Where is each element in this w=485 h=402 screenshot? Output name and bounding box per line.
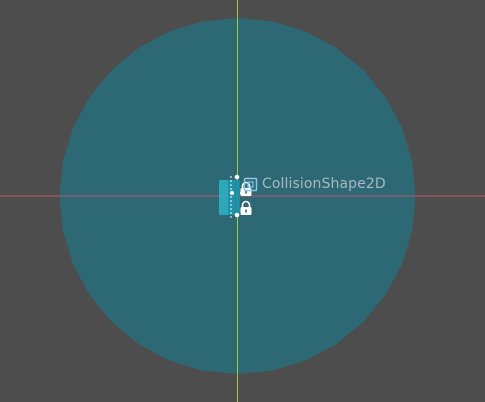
selection-box-inner	[228, 180, 240, 215]
canvas-scene[interactable]	[0, 0, 485, 402]
resize-handle-top[interactable]	[234, 174, 240, 180]
editor-2d-viewport[interactable]: CollisionShape2D	[0, 0, 485, 402]
resize-handle-bottom[interactable]	[234, 212, 240, 218]
node-name-label: CollisionShape2D	[262, 176, 386, 192]
resize-handle-left[interactable]	[230, 191, 234, 195]
